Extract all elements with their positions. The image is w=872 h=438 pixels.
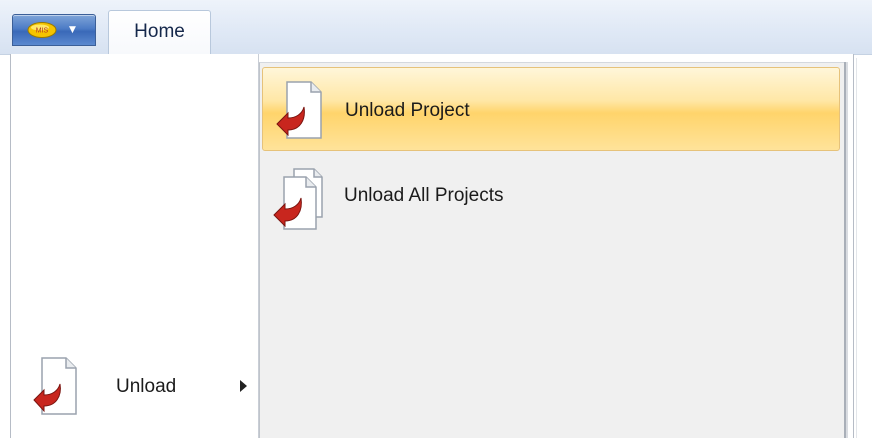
menu-left-pane: Unload (12, 54, 259, 438)
application-menu: Unload Unload Project Unload All Project… (10, 54, 854, 438)
tab-home[interactable]: Home (108, 10, 211, 54)
menu-item-unload[interactable]: Unload (20, 344, 252, 430)
tab-home-label: Home (134, 21, 185, 42)
app-logo-icon: MIS (27, 22, 57, 38)
submenu-item-unload-project-label: Unload Project (345, 100, 470, 121)
divider (856, 58, 857, 438)
menu-item-unload-label: Unload (116, 376, 177, 397)
submenu-item-unload-project[interactable]: Unload Project (262, 67, 840, 151)
submenu-item-unload-all-projects[interactable]: Unload All Projects (262, 157, 840, 241)
unload-document-icon (276, 81, 322, 139)
submenu-pane: Unload Project Unload All Projects (259, 62, 844, 438)
svg-text:MIS: MIS (36, 28, 49, 35)
unload-document-icon (33, 357, 77, 415)
application-menu-button[interactable]: MIS ▼ (12, 14, 96, 46)
submenu-arrow-icon (240, 380, 247, 392)
chevron-down-icon: ▼ (69, 25, 76, 35)
window: MIS ▼ Home Unload Unload Project Unload … (0, 0, 872, 438)
ribbon-bar: MIS ▼ Home (0, 0, 872, 55)
submenu-item-unload-all-projects-label: Unload All Projects (344, 185, 504, 206)
unload-documents-icon (273, 168, 323, 230)
